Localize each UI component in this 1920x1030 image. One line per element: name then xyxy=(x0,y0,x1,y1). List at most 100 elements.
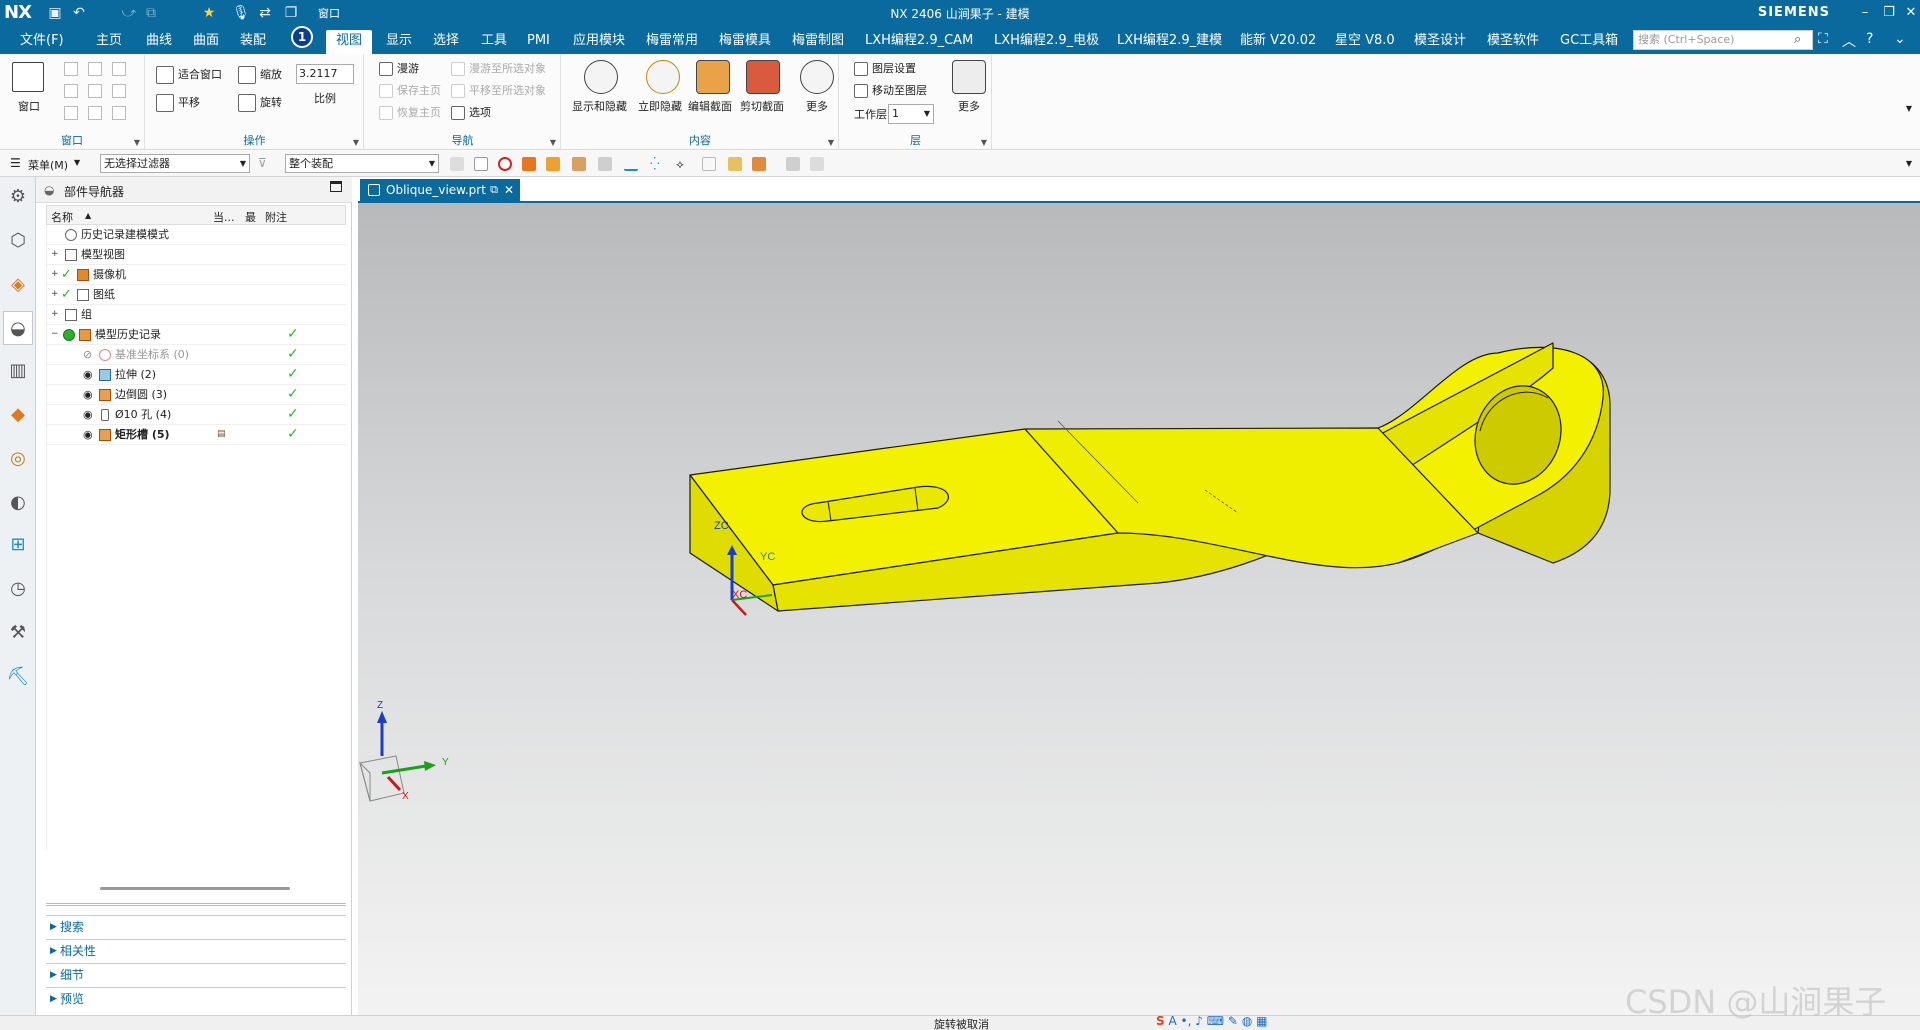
column-note[interactable]: 附注 xyxy=(265,209,287,225)
walk-to-selected-button[interactable]: 漫游至所选对象 xyxy=(451,60,546,76)
column-name[interactable]: 名称 xyxy=(51,209,73,225)
assembly-navigator-icon[interactable]: ⬡ xyxy=(6,229,30,253)
clip-section-icon[interactable] xyxy=(746,60,780,94)
chevron-down-icon[interactable]: ▼ xyxy=(981,138,987,147)
visible-eye-icon[interactable]: ◉ xyxy=(83,405,93,424)
select-feature-icon[interactable] xyxy=(450,157,464,171)
tab-nengxin[interactable]: 能新 V20.02 xyxy=(1240,30,1316,54)
section-details[interactable]: ▶ 细节 xyxy=(46,963,346,985)
box-select-icon[interactable] xyxy=(786,157,800,171)
more-options-icon[interactable]: ⌄ xyxy=(1894,31,1906,47)
window-button-label[interactable]: 窗口 xyxy=(18,98,40,114)
tab-meilei-common[interactable]: 梅雷常用 xyxy=(646,30,698,54)
tree-row-cameras[interactable]: + ✓ 摄像机 xyxy=(47,265,347,285)
layout-six-icon[interactable] xyxy=(112,84,126,98)
chevron-down-icon[interactable]: ▼ xyxy=(353,138,359,147)
chevron-down-icon[interactable]: ▼ xyxy=(134,138,140,147)
chevron-down-icon[interactable]: ▼ xyxy=(550,138,556,147)
nav-options-button[interactable]: 选项 xyxy=(451,104,491,120)
web-browser-icon[interactable]: ◎ xyxy=(6,447,30,471)
tab-meilei-mold[interactable]: 梅雷模具 xyxy=(719,30,771,54)
close-tab-icon[interactable]: ✕ xyxy=(504,179,514,201)
ime-skin-icon[interactable]: ✎ xyxy=(1228,1014,1238,1028)
tree-row-history-mode[interactable]: 历史记录建模模式 xyxy=(47,225,347,245)
pan-to-selected-button[interactable]: 平移至所选对象 xyxy=(451,82,546,98)
popout-icon[interactable]: ⧉ xyxy=(490,179,498,201)
section-dependencies[interactable]: ▶ 相关性 xyxy=(46,939,346,961)
selection-filter-select[interactable]: 无选择过滤器 ▼ xyxy=(100,154,250,173)
tab-meilei-drawing[interactable]: 梅雷制图 xyxy=(792,30,844,54)
layout-single-icon[interactable] xyxy=(64,62,78,76)
help-icon[interactable]: ? xyxy=(1866,31,1873,47)
ime-apps-icon[interactable]: ▦ xyxy=(1256,1014,1267,1028)
content-more-button-label[interactable]: 更多 xyxy=(806,98,828,114)
fit-window-button[interactable]: 适合窗口 xyxy=(156,66,222,84)
tab-curve[interactable]: 曲线 xyxy=(146,30,172,54)
tree-row-edge-blend[interactable]: ◉ 边倒圆 (3) ✓ xyxy=(47,385,347,405)
tab-display[interactable]: 显示 xyxy=(386,30,412,54)
zoom-button[interactable]: 缩放 xyxy=(238,66,282,84)
collapse-icon[interactable]: − xyxy=(51,325,59,344)
graphics-window[interactable]: ZC YC XC Z Y X xyxy=(358,203,1920,1015)
tab-lxh-electrode[interactable]: LXH编程2.9_电极 xyxy=(994,30,1099,54)
part-navigator-icon[interactable]: ◒ xyxy=(3,311,33,345)
expand-icon[interactable]: + xyxy=(51,305,59,324)
work-layer-select[interactable]: 1 ▼ xyxy=(888,104,934,124)
hide-now-icon[interactable] xyxy=(646,60,680,94)
history-palette-icon[interactable]: ◐ xyxy=(6,491,30,515)
walk-button[interactable]: 漫游 xyxy=(379,60,419,76)
tab-select[interactable]: 选择 xyxy=(433,30,459,54)
select-component-icon[interactable] xyxy=(572,157,586,171)
command-search-input[interactable]: 搜索 (Ctrl+Space) xyxy=(1633,30,1813,50)
visible-eye-icon[interactable]: ◉ xyxy=(83,365,93,384)
tree-row-extrude[interactable]: ◉ 拉伸 (2) ✓ xyxy=(47,365,347,385)
layout-four-icon[interactable] xyxy=(88,84,102,98)
roles-icon[interactable]: ⛏ xyxy=(6,665,30,689)
selection-scope-select[interactable]: 整个装配 ▼ xyxy=(285,154,439,173)
expand-icon[interactable]: + xyxy=(51,265,59,284)
ime-toolbar[interactable]: S A •, ♪ ⌨ ✎ ◍ ▦ xyxy=(1156,1014,1267,1028)
minimize-icon[interactable]: – xyxy=(1854,3,1876,23)
select-body-icon[interactable] xyxy=(522,157,536,171)
menu-button[interactable]: 菜单(M) xyxy=(28,157,68,173)
tab-gc-toolbox[interactable]: GC工具箱 xyxy=(1560,30,1618,54)
column-latest[interactable]: 最 xyxy=(245,209,256,225)
settings-gear-icon[interactable]: ⚙ xyxy=(6,185,30,209)
sort-ascending-icon[interactable]: ▲ xyxy=(85,211,91,220)
edit-section-button-label[interactable]: 编辑截面 xyxy=(688,98,732,114)
tree-row-hole[interactable]: ◉ Ø10 孔 (4) ✓ xyxy=(47,405,347,425)
hd3d-tools-icon[interactable]: ◆ xyxy=(6,403,30,427)
tab-lxh-cam[interactable]: LXH编程2.9_CAM xyxy=(865,30,973,54)
tab-applications[interactable]: 应用模块 xyxy=(573,30,625,54)
show-selected-icon[interactable] xyxy=(728,157,742,171)
tab-assembly[interactable]: 装配 xyxy=(240,30,266,54)
maximize-panel-icon[interactable] xyxy=(330,181,342,192)
chevron-down-icon[interactable]: ▼ xyxy=(74,158,80,167)
ime-keyboard-icon[interactable]: ⌨ xyxy=(1207,1014,1224,1028)
layout-grid-a-icon[interactable] xyxy=(64,106,78,120)
ime-mode-icon[interactable]: A xyxy=(1168,1014,1176,1028)
tree-row-datum-csys[interactable]: ⊘ 基准坐标系 (0) ✓ xyxy=(47,345,347,365)
clip-section-button-label[interactable]: 剪切截面 xyxy=(740,98,784,114)
file-menu[interactable]: 文件(F) xyxy=(20,30,64,54)
save-home-button[interactable]: 保存主页 xyxy=(379,82,441,98)
tree-row-drawings[interactable]: + ✓ 图纸 xyxy=(47,285,347,305)
edge-select-icon[interactable]: ⟡ xyxy=(676,157,690,171)
tree-row-model-views[interactable]: + 模型视图 xyxy=(47,245,347,265)
close-icon[interactable]: ✕ xyxy=(1900,3,1920,23)
snap-point-icon[interactable] xyxy=(474,157,488,171)
no-selection-icon[interactable] xyxy=(498,157,512,171)
window-icon[interactable] xyxy=(12,62,44,92)
tab-mosheng-software[interactable]: 模圣软件 xyxy=(1487,30,1539,54)
column-current[interactable]: 当... xyxy=(213,209,235,225)
checkmark-icon[interactable]: ✓ xyxy=(61,265,72,284)
layer-settings-button[interactable]: 图层设置 xyxy=(854,60,916,76)
tab-tools[interactable]: 工具 xyxy=(481,30,507,54)
part-model[interactable] xyxy=(689,342,1611,612)
filter-reset-icon[interactable]: ⊽ xyxy=(258,156,267,170)
visible-eye-icon[interactable]: ◉ xyxy=(83,385,93,404)
model-canvas[interactable]: ZC YC XC Z Y X xyxy=(358,203,1920,1015)
layer-more-icon[interactable] xyxy=(952,60,986,94)
pan-button[interactable]: 平移 xyxy=(156,94,200,112)
solid-view-icon[interactable] xyxy=(810,157,824,171)
